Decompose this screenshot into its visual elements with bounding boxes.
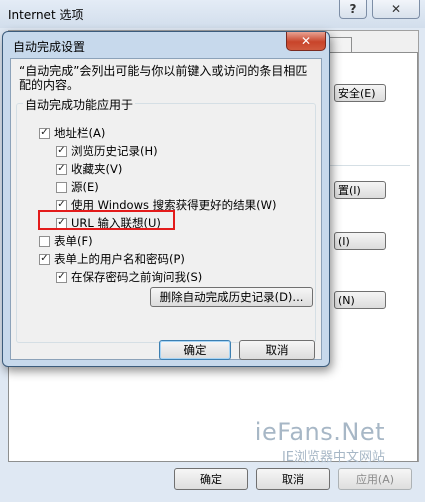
help-button[interactable]: ? bbox=[339, 0, 367, 19]
dialog-ok-button[interactable]: 确定 bbox=[159, 340, 231, 360]
main-ok-button[interactable]: 确定 bbox=[174, 468, 248, 490]
checkbox[interactable]: ✓ bbox=[56, 199, 67, 211]
dialog-body: “自动完成”会列出可能与你以前键入或访问的条目相匹配的内容。 自动完成功能应用于… bbox=[10, 58, 322, 360]
button-i[interactable]: (I) bbox=[334, 232, 386, 250]
annotation-highlight bbox=[38, 210, 175, 230]
checkbox[interactable] bbox=[56, 181, 67, 193]
checkbox[interactable]: ✓ bbox=[39, 253, 50, 265]
option-feeds[interactable]: 源(E) bbox=[56, 179, 99, 195]
dialog-cancel-button[interactable]: 取消 bbox=[239, 340, 315, 360]
divider bbox=[330, 165, 410, 166]
option-label: 表单(F) bbox=[54, 234, 93, 248]
security-button[interactable]: 安全(E) bbox=[334, 84, 386, 102]
settings-button[interactable]: 置(I) bbox=[334, 181, 386, 199]
dialog-description: “自动完成”会列出可能与你以前键入或访问的条目相匹配的内容。 bbox=[19, 64, 308, 92]
window-close-button[interactable]: ✕ bbox=[372, 0, 420, 19]
option-browsing-history[interactable]: ✓ 浏览历史记录(H) bbox=[56, 143, 158, 159]
option-usernames-passwords[interactable]: ✓ 表单上的用户名和密码(P) bbox=[39, 251, 185, 267]
close-icon: ✕ bbox=[300, 34, 312, 48]
internet-options-titlebar: Internet 选项 ? ✕ bbox=[0, 0, 425, 28]
watermark-subtitle: IE浏览器中文网站 bbox=[281, 450, 385, 465]
group-label: 自动完成功能应用于 bbox=[23, 96, 136, 113]
watermark: ieFans.Net IE浏览器中文网站 bbox=[255, 418, 385, 465]
option-address-bar[interactable]: ✓ 地址栏(A) bbox=[39, 125, 105, 141]
checkbox[interactable] bbox=[39, 235, 50, 247]
option-label: 地址栏(A) bbox=[54, 126, 106, 140]
option-label: 在保存密码之前询问我(S) bbox=[71, 270, 203, 284]
dialog-title: 自动完成设置 bbox=[13, 40, 86, 54]
option-label: 浏览历史记录(H) bbox=[71, 144, 158, 158]
option-label: 表单上的用户名和密码(P) bbox=[54, 252, 185, 266]
watermark-brand: ieFans.Net bbox=[254, 418, 385, 446]
main-cancel-button[interactable]: 取消 bbox=[256, 468, 330, 490]
option-favorites[interactable]: ✓ 收藏夹(V) bbox=[56, 161, 122, 177]
checkbox[interactable]: ✓ bbox=[56, 145, 67, 157]
option-ask-before-saving[interactable]: ✓ 在保存密码之前询问我(S) bbox=[56, 269, 202, 285]
dialog-close-button[interactable]: ✕ bbox=[286, 32, 326, 51]
checkbox[interactable]: ✓ bbox=[56, 163, 67, 175]
autocomplete-settings-dialog: 自动完成设置 ✕ “自动完成”会列出可能与你以前键入或访问的条目相匹配的内容。 … bbox=[2, 31, 330, 367]
main-apply-button[interactable]: 应用(A) bbox=[338, 468, 412, 490]
button-n[interactable]: (N) bbox=[334, 291, 386, 309]
checkbox[interactable]: ✓ bbox=[56, 271, 67, 283]
option-forms[interactable]: 表单(F) bbox=[39, 233, 93, 249]
option-label: 源(E) bbox=[71, 180, 99, 194]
internet-options-title: Internet 选项 bbox=[8, 8, 84, 22]
delete-autocomplete-history-button[interactable]: 删除自动完成历史记录(D)... bbox=[150, 287, 313, 307]
option-label: 收藏夹(V) bbox=[71, 162, 123, 176]
checkbox[interactable]: ✓ bbox=[39, 127, 50, 139]
